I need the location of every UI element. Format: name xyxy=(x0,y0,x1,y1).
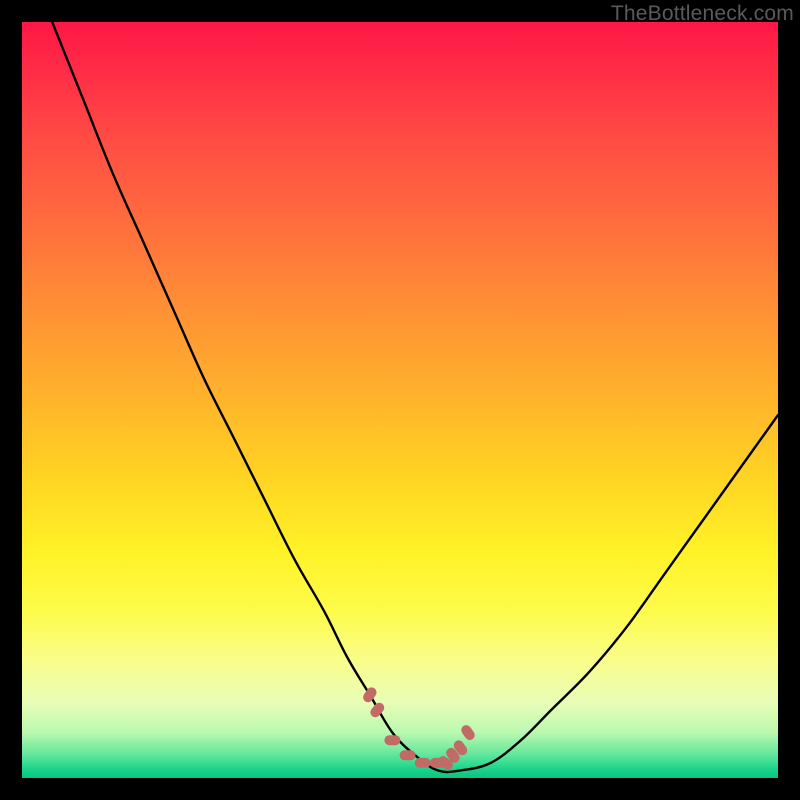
trough-markers xyxy=(361,685,477,771)
trough-marker xyxy=(384,735,400,745)
chart-frame: TheBottleneck.com xyxy=(0,0,800,800)
bottleneck-curve xyxy=(52,22,778,772)
trough-marker xyxy=(400,750,416,760)
plot-area xyxy=(22,22,778,778)
trough-marker xyxy=(361,685,378,704)
trough-marker xyxy=(459,723,476,742)
curve-svg xyxy=(22,22,778,778)
trough-marker xyxy=(368,701,386,720)
trough-marker xyxy=(415,758,431,768)
